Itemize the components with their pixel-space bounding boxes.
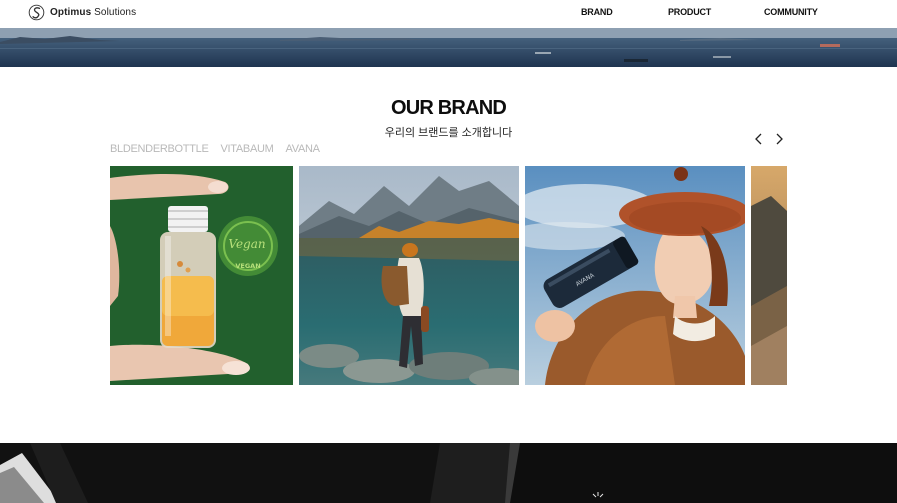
tab-blenderbottle[interactable]: BLDENDERBOTTLE [110, 143, 209, 155]
woman-drinking-tumbler-photo: AVANA [525, 166, 745, 385]
tab-avana[interactable]: AVANA [286, 143, 320, 155]
brand-card-next[interactable] [751, 166, 787, 385]
nav-brand[interactable]: BRAND [581, 7, 613, 17]
carousel-controls [752, 132, 786, 146]
nav-product[interactable]: PRODUCT [668, 7, 711, 17]
brand-card-avana[interactable]: AVANA [525, 166, 745, 385]
vegan-serum-bottle-photo: Vegan VEGAN [110, 166, 293, 385]
svg-text:Vegan: Vegan [228, 237, 265, 251]
chevron-left-icon[interactable] [752, 132, 766, 146]
logo[interactable]: Optimus Solutions [28, 4, 136, 21]
chevron-right-icon[interactable] [772, 132, 786, 146]
hero-banner-image [0, 28, 897, 67]
nav-community[interactable]: COMMUNITY [764, 7, 818, 17]
brand-card-blenderbottle[interactable] [299, 166, 519, 385]
section-title: OUR BRAND [390, 97, 507, 119]
brand-card-vitabaum[interactable]: Vegan VEGAN [110, 166, 293, 385]
dark-feature-section [0, 443, 897, 503]
logo-text: Optimus Solutions [50, 7, 137, 18]
optimus-logo-icon [28, 4, 45, 21]
svg-text:VEGAN: VEGAN [235, 262, 260, 270]
mountain-rock-photo [751, 166, 787, 385]
lake-hiker-photo [299, 166, 519, 385]
brand-tabs: BLDENDERBOTTLE VITABAUM AVANA [110, 143, 320, 155]
site-header: Optimus Solutions BRAND PRODUCT COMMUNIT… [0, 0, 897, 28]
feature-section-background [0, 443, 897, 503]
tab-vitabaum[interactable]: VITABAUM [221, 143, 274, 155]
